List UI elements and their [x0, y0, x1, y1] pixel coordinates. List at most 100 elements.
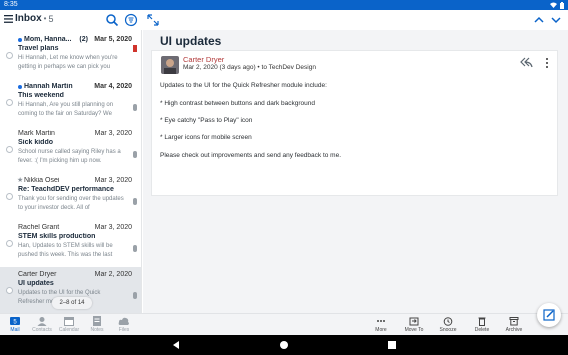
more-icon: [377, 320, 385, 322]
select-radio[interactable]: [6, 99, 13, 106]
list-item[interactable]: Mom, Hanna... (2) Mar 5, 2020 Travel pla…: [0, 32, 141, 79]
delete-button[interactable]: Delete: [468, 315, 496, 335]
body-line: Updates to the UI for the Quick Refreshe…: [160, 82, 327, 89]
select-radio[interactable]: [6, 52, 13, 59]
tab-label: Files: [118, 327, 130, 333]
tab-calendar[interactable]: Calendar: [56, 315, 82, 335]
chevron-down-icon[interactable]: [549, 13, 563, 27]
app-bar: Inbox • 5: [0, 10, 568, 30]
attachment-icon: [133, 104, 137, 111]
more-button[interactable]: More: [367, 315, 395, 335]
inbox-label: Inbox: [15, 13, 42, 24]
select-radio[interactable]: [6, 240, 13, 247]
list-item[interactable]: Hannah Martin Mar 4, 2020 This weekend H…: [0, 79, 141, 126]
subject: Re: TeachdDEV performance: [18, 186, 114, 193]
inbox-count: 5: [48, 13, 54, 24]
inbox-title[interactable]: Inbox • 5: [4, 13, 54, 24]
contacts-icon: [37, 317, 47, 326]
sender: Nikkia Osei: [24, 177, 60, 184]
files-icon: [118, 317, 129, 325]
tab-contacts[interactable]: Contacts: [29, 315, 55, 335]
date: Mar 4, 2020: [94, 83, 132, 90]
notes-icon: [93, 316, 101, 326]
unread-dot: [18, 38, 22, 42]
action-label: Archive: [505, 327, 523, 333]
recents-icon[interactable]: [387, 340, 397, 350]
select-radio[interactable]: [6, 287, 13, 294]
date: Mar 2, 2020: [94, 271, 132, 278]
filter-icon[interactable]: [124, 13, 138, 27]
move-to-icon: [409, 317, 419, 326]
message-subject: UI updates: [160, 34, 222, 48]
body-line: * High contrast between buttons and dark…: [160, 100, 316, 107]
body-line: * Larger icons for mobile screen: [160, 134, 252, 141]
tab-files[interactable]: Files: [111, 315, 137, 335]
back-icon[interactable]: [171, 340, 181, 350]
subject: STEM skills production: [18, 233, 96, 240]
compose-button[interactable]: [537, 303, 561, 327]
message-list[interactable]: Mom, Hanna... (2) Mar 5, 2020 Travel pla…: [0, 30, 142, 313]
reply-all-icon[interactable]: [519, 56, 533, 68]
body-line: * Eye catchy "Pass to Play" icon: [160, 117, 253, 124]
system-nav-bar: [0, 335, 568, 355]
message-card: Carter Dryer Mar 2, 2020 (3 days ago) • …: [151, 50, 558, 196]
hamburger-menu-icon[interactable]: [4, 14, 13, 23]
tab-label: Contacts: [32, 327, 52, 333]
date: Mar 3, 2020: [94, 130, 132, 137]
date: Mar 3, 2020: [94, 224, 132, 231]
tab-mail[interactable]: 5 Mail: [2, 315, 28, 335]
action-label: Move To: [404, 327, 424, 333]
wifi-icon: [550, 2, 557, 8]
date: Mar 5, 2020: [94, 36, 132, 43]
tab-label: Mail: [10, 327, 20, 333]
archive-button[interactable]: Archive: [500, 315, 528, 335]
search-icon[interactable]: [105, 13, 119, 27]
preview: Hi Hannah, Are you still planning on com…: [18, 102, 114, 117]
subject: UI updates: [18, 280, 54, 287]
action-label: More: [375, 327, 387, 333]
attachment-icon: [133, 292, 137, 299]
select-radio[interactable]: [6, 193, 13, 200]
tab-label: Calendar: [58, 327, 80, 333]
unread-dot: [18, 85, 22, 89]
preview: Hi Hannah, Let me know when you're getti…: [18, 55, 118, 70]
preview: Thank you for sending over the updates t…: [18, 196, 124, 211]
body-line: Please check out improvements and send a…: [160, 152, 342, 159]
snooze-button[interactable]: Snooze: [434, 315, 462, 335]
star-icon[interactable]: ★: [17, 176, 23, 184]
select-radio[interactable]: [6, 146, 13, 153]
move-to-button[interactable]: Move To: [400, 315, 428, 335]
list-item[interactable]: Mark Martin Mar 3, 2020 Sick kiddo Schoo…: [0, 126, 141, 173]
home-icon[interactable]: [279, 340, 289, 350]
subject: Travel plans: [18, 45, 59, 52]
action-label: Delete: [474, 327, 490, 333]
status-icons: [550, 0, 564, 10]
tab-notes[interactable]: Notes: [84, 315, 110, 335]
sender: Mark Martin: [18, 130, 55, 137]
action-label: Snooze: [439, 327, 457, 333]
status-bar: 8:35: [0, 0, 568, 10]
inbox-separator: •: [43, 14, 47, 23]
mail-icon: 5: [10, 317, 20, 326]
tab-label: Notes: [90, 327, 104, 333]
calendar-icon: [64, 317, 74, 326]
expand-icon[interactable]: [146, 13, 160, 27]
delete-icon: [478, 317, 486, 326]
subject: Sick kiddo: [18, 139, 54, 146]
compose-icon: [543, 309, 555, 321]
battery-icon: [560, 1, 564, 9]
sender: Rachel Grant: [18, 224, 60, 231]
list-item[interactable]: Rachel Grant Mar 3, 2020 STEM skills pro…: [0, 220, 141, 267]
archive-icon: [509, 317, 519, 326]
avatar: [161, 56, 179, 74]
list-item[interactable]: ★ Nikkia Osei Mar 3, 2020 Re: TeachdDEV …: [0, 173, 141, 220]
chevron-up-icon[interactable]: [532, 13, 546, 27]
more-options-icon[interactable]: [545, 57, 549, 69]
flag-icon[interactable]: [133, 45, 137, 52]
sender: Carter Dryer: [18, 271, 57, 278]
attachment-icon: [133, 198, 137, 205]
date: Mar 3, 2020: [94, 177, 132, 184]
snooze-icon: [443, 317, 453, 326]
reading-pane: UI updates Carter Dryer Mar 2, 2020 (3 d…: [143, 30, 568, 313]
sender-name[interactable]: Carter Dryer: [183, 55, 224, 64]
